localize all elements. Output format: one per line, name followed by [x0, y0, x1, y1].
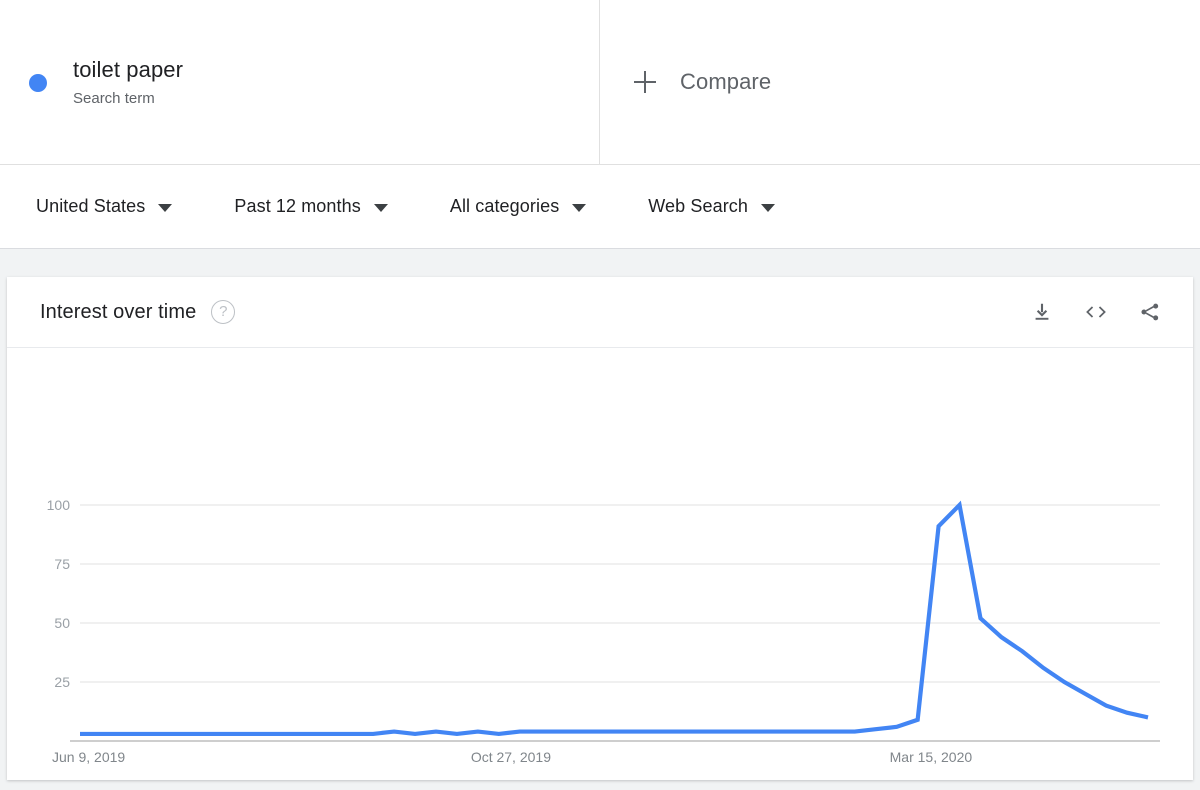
search-term-type: Search term — [73, 89, 155, 107]
filter-time-range[interactable]: Past 12 months — [234, 196, 388, 217]
filter-location[interactable]: United States — [36, 196, 173, 217]
embed-button[interactable] — [1079, 295, 1113, 329]
filter-category[interactable]: All categories — [449, 196, 587, 217]
interest-over-time-card: Interest over time ? 25 50 75 100 Jun 9,… — [7, 277, 1193, 780]
chevron-down-icon — [572, 204, 587, 212]
x-axis-tick-label: Oct 27, 2019 — [471, 749, 551, 765]
filter-location-label: United States — [36, 196, 146, 216]
download-button[interactable] — [1025, 295, 1059, 329]
card-actions — [1005, 295, 1167, 329]
filter-search-type[interactable]: Web Search — [648, 196, 776, 217]
search-terms-bar: toilet paper Search term Compare — [0, 0, 1200, 165]
y-axis-tick-label: 25 — [54, 674, 70, 690]
filter-search-type-label: Web Search — [648, 196, 749, 216]
interest-over-time-chart[interactable]: 25 50 75 100 Jun 9, 2019 Oct 27, 2019 Mar 15, … — [7, 348, 1193, 779]
search-term-label: toilet paper — [73, 56, 184, 82]
plus-icon — [634, 71, 656, 93]
chevron-down-icon — [761, 204, 776, 212]
help-icon[interactable]: ? — [211, 300, 236, 324]
y-axis-tick-label: 75 — [54, 556, 70, 572]
compare-label: Compare — [680, 69, 772, 94]
chevron-down-icon — [373, 204, 388, 212]
filter-time-range-label: Past 12 months — [234, 196, 361, 216]
y-axis-tick-label: 50 — [54, 615, 70, 631]
search-term-chip-0[interactable]: toilet paper Search term — [0, 0, 600, 164]
card-title: Interest over time — [40, 300, 197, 323]
chart-line-toilet-paper[interactable] — [80, 500, 1149, 737]
x-axis-tick-label: Jun 9, 2019 — [52, 749, 125, 765]
chart-svg: 25 50 75 100 Jun 9, 2019 Oct 27, 2019 Mar 15, … — [47, 497, 1160, 765]
add-compare-button[interactable]: Compare — [600, 0, 1200, 164]
share-button[interactable] — [1133, 295, 1167, 329]
chevron-down-icon — [158, 204, 173, 212]
filter-category-label: All categories — [449, 196, 560, 216]
card-header: Interest over time ? — [7, 277, 1193, 348]
y-axis-tick-label: 100 — [47, 497, 71, 513]
filter-bar: United States Past 12 months All categor… — [0, 165, 1200, 249]
series-color-dot — [29, 74, 47, 92]
x-axis-tick-label: Mar 15, 2020 — [890, 749, 973, 765]
